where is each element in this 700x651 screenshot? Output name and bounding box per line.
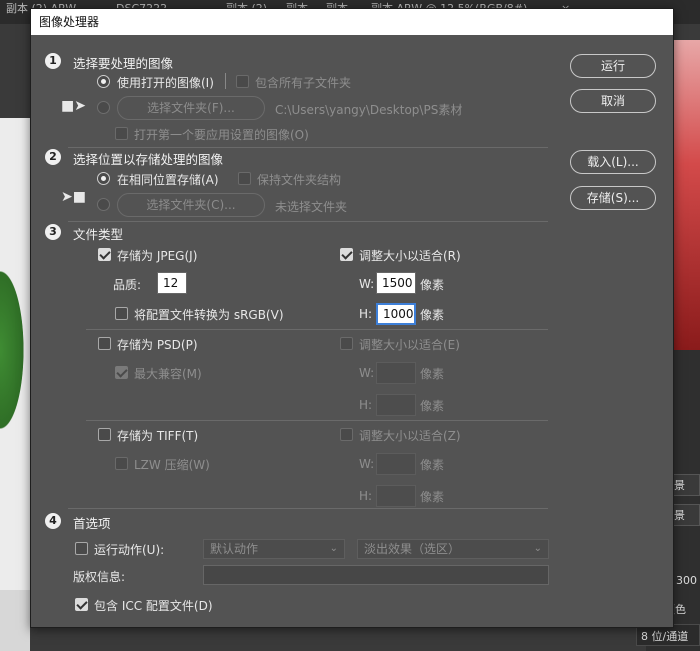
jpeg-resize-label: 调整大小以适合(R) [359,249,461,263]
section-separator [68,508,548,509]
tiff-height-input[interactable] [376,485,416,507]
save-same-location-label: 在相同位置存储(A) [117,173,219,187]
save-as-tiff-label: 存储为 TIFF(T) [117,429,199,443]
psd-height-label: H: [359,398,373,412]
filetype-separator [86,420,548,421]
psd-width-input[interactable] [376,362,416,384]
select-source-folder-button[interactable]: 选择文件夹(F)... [117,96,265,120]
step-3-icon: 3 [45,224,61,240]
section-separator [68,147,548,148]
panel-label: 景 [674,479,685,492]
panel-label: 景 [674,509,685,522]
step-2-icon: 2 [45,149,61,165]
section2-heading: 选择位置以存储处理的图像 [73,152,224,167]
dialog-title: 图像处理器 [31,9,673,35]
folder-arrow-icon: ■➤ [61,98,86,114]
section1-heading: 选择要处理的图像 [73,56,174,71]
select-dest-folder-radio[interactable] [97,198,110,211]
run-button[interactable]: 运行 [570,54,656,78]
copyright-label: 版权信息: [73,570,126,584]
include-icc-checkbox[interactable] [75,598,88,611]
psd-width-label: W: [359,366,375,380]
action-select[interactable]: 淡出效果（选区） ⌄ [357,539,549,559]
tiff-width-unit: 像素 [420,458,445,472]
psd-resize-label: 调整大小以适合(E) [359,338,460,352]
select-folder-radio[interactable] [97,101,110,114]
jpeg-height-unit: 像素 [420,308,445,322]
max-compat-label: 最大兼容(M) [134,367,202,381]
action-set-value: 默认动作 [210,542,259,556]
save-as-jpeg-checkbox[interactable] [98,248,111,261]
keep-folder-structure-label: 保持文件夹结构 [257,173,342,187]
lzw-checkbox[interactable] [115,457,128,470]
tiff-resize-checkbox[interactable] [340,428,353,441]
psd-resize-checkbox[interactable] [340,337,353,350]
save-as-tiff-checkbox[interactable] [98,428,111,441]
cancel-button[interactable]: 取消 [570,89,656,113]
save-as-jpeg-label: 存储为 JPEG(J) [117,249,198,263]
save-folder-icon: ➤■ [61,189,86,205]
source-folder-path: C:\Users\yangy\Desktop\PS素材 [275,103,463,117]
psd-width-unit: 像素 [420,367,445,381]
include-subfolders-checkbox[interactable] [236,75,249,88]
image-processor-dialog: 图像处理器 运行 取消 载入(L)... 存储(S)... 1 选择要处理的图像… [30,8,674,628]
open-first-image-label: 打开第一个要应用设置的图像(O) [134,128,309,142]
open-first-image-checkbox[interactable] [115,127,128,140]
canvas-plant-image [0,250,30,450]
chevron-down-icon: ⌄ [329,543,338,554]
jpeg-width-unit: 像素 [420,278,445,292]
lzw-label: LZW 压缩(W) [134,458,210,472]
select-dest-folder-button[interactable]: 选择文件夹(C)... [117,193,265,217]
save-same-location-radio[interactable] [97,172,110,185]
save-as-psd-checkbox[interactable] [98,337,111,350]
tiff-height-unit: 像素 [420,490,445,504]
step-1-icon: 1 [45,53,61,69]
save-settings-button[interactable]: 存储(S)... [570,186,656,210]
filetype-separator [86,329,548,330]
divider [225,73,226,89]
quality-label: 品质: [113,278,142,292]
section-separator [68,221,548,222]
tiff-resize-label: 调整大小以适合(Z) [359,429,461,443]
psd-height-unit: 像素 [420,399,445,413]
include-subfolders-label: 包含所有子文件夹 [255,76,352,90]
use-open-images-radio[interactable] [97,75,110,88]
section3-heading: 文件类型 [73,227,124,242]
canvas-image-area [0,590,30,651]
bit-depth-label: 8 位/通道 [641,630,689,643]
tiff-width-input[interactable] [376,453,416,475]
psd-height-input[interactable] [376,394,416,416]
load-button[interactable]: 载入(L)... [570,150,656,174]
chevron-down-icon: ⌄ [533,543,542,554]
action-value: 淡出效果（选区） [364,542,461,556]
jpeg-resize-checkbox[interactable] [340,248,353,261]
tiff-height-label: H: [359,489,373,503]
max-compat-checkbox[interactable] [115,366,128,379]
convert-srgb-label: 将配置文件转换为 sRGB(V) [134,308,284,322]
section4-heading: 首选项 [73,516,111,531]
use-open-images-label: 使用打开的图像(I) [117,76,214,90]
action-set-select[interactable]: 默认动作 ⌄ [203,539,345,559]
jpeg-width-label: W: [359,277,375,291]
step-4-icon: 4 [45,513,61,529]
quality-input[interactable]: 12 [157,272,187,294]
jpeg-height-input[interactable]: 1000 [376,303,416,325]
copyright-input[interactable] [203,565,549,585]
jpeg-width-input[interactable]: 1500 [376,272,416,294]
panel-value: 300 [676,574,697,587]
dest-folder-path: 未选择文件夹 [275,200,348,214]
convert-srgb-checkbox[interactable] [115,307,128,320]
include-icc-label: 包含 ICC 配置文件(D) [94,599,213,613]
run-action-checkbox[interactable] [75,542,88,555]
keep-folder-structure-checkbox[interactable] [238,172,251,185]
tiff-width-label: W: [359,457,375,471]
run-action-label: 运行动作(U): [94,543,165,557]
jpeg-height-label: H: [359,307,373,321]
save-as-psd-label: 存储为 PSD(P) [117,338,198,352]
